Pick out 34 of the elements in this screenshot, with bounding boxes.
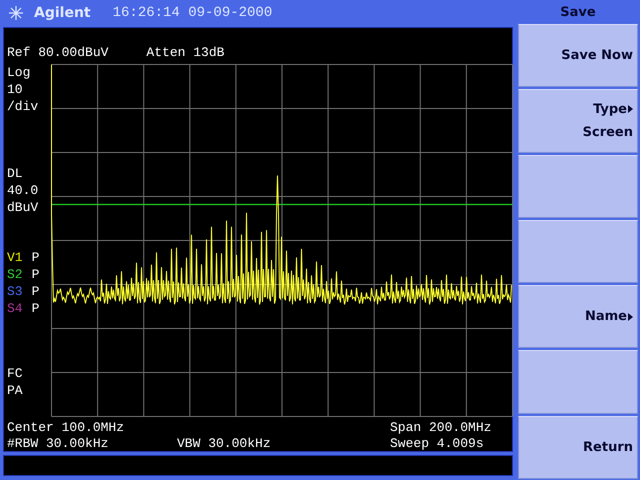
display-line-label: DL: [7, 165, 24, 182]
status-flag-label: PA: [7, 382, 24, 399]
center-frequency: Center 100.0MHz: [7, 420, 126, 436]
softkey[interactable]: Save Now: [518, 24, 638, 88]
softkey[interactable]: Type Screen: [518, 89, 638, 153]
trace-label: S2: [7, 266, 23, 283]
span-value: Span 200.0MHz: [390, 420, 492, 436]
softkey[interactable]: [518, 350, 638, 414]
logo-icon: [8, 4, 24, 20]
trace-label: S3: [7, 283, 23, 300]
trace-mode: P: [32, 300, 40, 317]
softkey[interactable]: Name: [518, 285, 638, 348]
trace-mode: P: [32, 283, 40, 300]
scale-label: 10: [7, 81, 24, 98]
attenuation: Atten 13dB: [146, 45, 224, 62]
trace-label: V1: [7, 249, 23, 266]
trace-mode: P: [32, 249, 40, 266]
trace-mode: P: [32, 266, 40, 283]
scale-label: Log: [7, 64, 32, 81]
resolution-bandwidth: #RBW 30.00kHz: [7, 436, 110, 452]
date-time: 16:26:14 09-09-2000: [112, 4, 272, 20]
softkey[interactable]: Return: [518, 416, 638, 479]
sweep-time: Sweep 4.009s: [390, 436, 485, 452]
softkey[interactable]: [518, 154, 638, 218]
display-line-label: 40.0: [7, 182, 40, 199]
display-line-label: dBuV: [7, 199, 40, 216]
scale-label: /div: [7, 98, 40, 115]
menu-title: Save: [559, 4, 597, 22]
reference-level: Ref 80.00dBuV: [7, 45, 108, 62]
status-flag-label: FC: [7, 365, 24, 382]
trace-label: S4: [7, 300, 23, 317]
video-bandwidth: VBW 30.00kHz: [177, 436, 272, 452]
brand-name: Agilent: [34, 4, 91, 20]
softkey[interactable]: [518, 220, 638, 284]
